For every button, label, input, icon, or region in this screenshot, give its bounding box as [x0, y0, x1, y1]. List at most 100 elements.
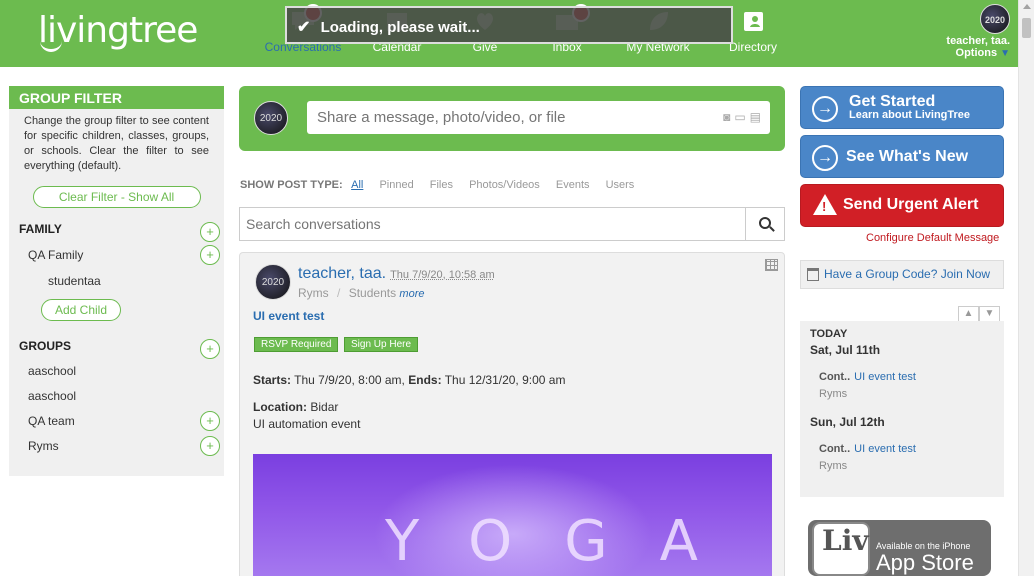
more-link[interactable]: more [399, 288, 424, 300]
search-button[interactable] [745, 207, 785, 241]
attachment-icons: ◙▭▤ [723, 110, 765, 124]
top-header: livingtree Conversations Calendar Give I… [0, 0, 1018, 67]
chevron-down-icon[interactable]: ▼ [979, 306, 1000, 322]
event-cont: Cont.. [819, 443, 851, 455]
options-label: Options [955, 47, 998, 59]
file-icon[interactable]: ▤ [750, 110, 765, 124]
groups-section-label: GROUPS [19, 339, 72, 353]
group-filter-title: GROUP FILTER [9, 86, 224, 109]
event-day: Sat, Jul 11th [810, 343, 881, 357]
app-store-badge[interactable]: Liv Available on the iPhone App Store [808, 520, 991, 576]
user-menu[interactable]: 2020 teacher, taa. Options ▼ [946, 4, 1010, 59]
camera-icon[interactable]: ◙ [723, 110, 734, 124]
post-type-photos-videos[interactable]: Photos/Videos [469, 179, 540, 191]
livingtree-logo[interactable]: livingtree [38, 10, 198, 51]
upcoming-events: TODAY Sat, Jul 11th Cont.. UI event test … [800, 321, 1004, 497]
loading-banner: ✔ Loading, please wait... [285, 6, 733, 44]
post-separator: / [337, 286, 341, 300]
chevron-up-icon[interactable]: ▲ [958, 306, 979, 322]
get-started-subtitle: Learn about LivingTree [849, 109, 971, 121]
event-location: Ryms [819, 388, 848, 400]
video-icon[interactable]: ▭ [734, 110, 749, 124]
ends-label: Ends: [408, 373, 442, 387]
add-to-family-button[interactable]: + [200, 245, 220, 265]
warning-icon: ! [813, 194, 837, 215]
post-type-files[interactable]: Files [430, 179, 453, 191]
child-item[interactable]: studentaa [48, 274, 101, 288]
post-type-all[interactable]: All [351, 179, 363, 191]
arrow-right-icon: → [812, 145, 838, 171]
event-location: Ryms [819, 460, 848, 472]
add-subgroup-button[interactable]: + [200, 436, 220, 456]
group-item[interactable]: aaschool [28, 364, 76, 378]
calendar-nav: ▲ ▼ [958, 305, 1000, 322]
group-item[interactable]: aaschool [28, 389, 76, 403]
avatar[interactable]: 2020 [980, 4, 1010, 34]
event-description: UI automation event [253, 417, 361, 431]
add-group-button[interactable]: + [200, 339, 220, 359]
post-image[interactable]: YOGA [253, 454, 772, 576]
grid-icon[interactable] [765, 259, 778, 271]
appstore-big-text: App Store [876, 550, 974, 575]
nav-label: Directory [728, 40, 777, 54]
group-filter-panel: GROUP FILTER Change the group filter to … [9, 86, 224, 476]
page-scrollbar[interactable] [1018, 0, 1034, 576]
livingtree-app-icon: Liv [812, 522, 870, 576]
post-group: Ryms [298, 286, 329, 300]
clear-filter-button[interactable]: Clear Filter - Show All [32, 186, 201, 208]
image-text: YOGA [385, 509, 750, 574]
add-family-button[interactable]: + [200, 222, 220, 242]
post-type-pinned[interactable]: Pinned [379, 179, 413, 191]
event-link[interactable]: UI event test [854, 371, 916, 383]
scroll-thumb[interactable] [1022, 18, 1031, 38]
avatar[interactable]: 2020 [255, 264, 291, 300]
ends-value: Thu 12/31/20, 9:00 am [444, 373, 566, 387]
rsvp-required-button[interactable]: RSVP Required [254, 337, 339, 352]
check-icon: ✔ [297, 19, 311, 36]
org-chart-icon [807, 268, 819, 281]
event-entry: Cont.. UI event test [819, 443, 916, 455]
whats-new-title: See What's New [846, 148, 969, 165]
event-times: Starts: Thu 7/9/20, 8:00 am, Ends: Thu 1… [253, 373, 565, 387]
post-title[interactable]: UI event test [253, 309, 324, 323]
post-type-filter: SHOW POST TYPE: All Pinned Files Photos/… [240, 179, 647, 191]
search-input[interactable] [239, 207, 746, 241]
directory-icon [744, 12, 763, 31]
share-input[interactable] [307, 101, 770, 134]
group-item[interactable]: Ryms [28, 439, 59, 453]
get-started-button[interactable]: → Get Started Learn about LivingTree [800, 86, 1004, 129]
whats-new-button[interactable]: → See What's New [800, 135, 1004, 178]
loading-text: Loading, please wait... [320, 19, 480, 36]
family-item[interactable]: QA Family [28, 248, 83, 262]
location-value: Bidar [310, 400, 339, 414]
event-location: Location: Bidar [253, 400, 338, 414]
avatar: 2020 [254, 101, 288, 135]
event-day: Sun, Jul 12th [810, 415, 885, 429]
family-section-label: FAMILY [19, 222, 62, 236]
configure-default-message-link[interactable]: Configure Default Message [866, 232, 999, 244]
group-code-link[interactable]: Have a Group Code? Join Now [800, 260, 1004, 289]
post-date: Thu 7/9/20, 10:58 am [390, 269, 495, 281]
post-author-name[interactable]: teacher, taa. [298, 265, 386, 282]
group-item[interactable]: QA team [28, 414, 75, 428]
share-box: 2020 ◙▭▤ [239, 86, 785, 151]
today-label: TODAY [810, 328, 848, 340]
post-type-users[interactable]: Users [606, 179, 635, 191]
post-type-events[interactable]: Events [556, 179, 590, 191]
starts-value: Thu 7/9/20, 8:00 am, [294, 373, 405, 387]
scroll-up-icon[interactable] [1023, 4, 1031, 9]
arrow-right-icon: → [812, 96, 838, 122]
add-child-button[interactable]: Add Child [41, 299, 121, 321]
event-entry: Cont.. UI event test [819, 371, 916, 383]
conversation-post: 2020 teacher, taa. Thu 7/9/20, 10:58 am R… [239, 252, 785, 576]
options-menu[interactable]: Options ▼ [946, 47, 1010, 59]
post-author: teacher, taa. Thu 7/9/20, 10:58 am [298, 265, 495, 283]
starts-label: Starts: [253, 373, 292, 387]
caret-down-icon: ▼ [1000, 48, 1010, 59]
post-type-label: SHOW POST TYPE: [240, 179, 343, 191]
send-urgent-alert-button[interactable]: ! Send Urgent Alert [800, 184, 1004, 227]
add-subgroup-button[interactable]: + [200, 411, 220, 431]
event-cont: Cont.. [819, 371, 851, 383]
event-link[interactable]: UI event test [854, 443, 916, 455]
sign-up-button[interactable]: Sign Up Here [344, 337, 419, 352]
